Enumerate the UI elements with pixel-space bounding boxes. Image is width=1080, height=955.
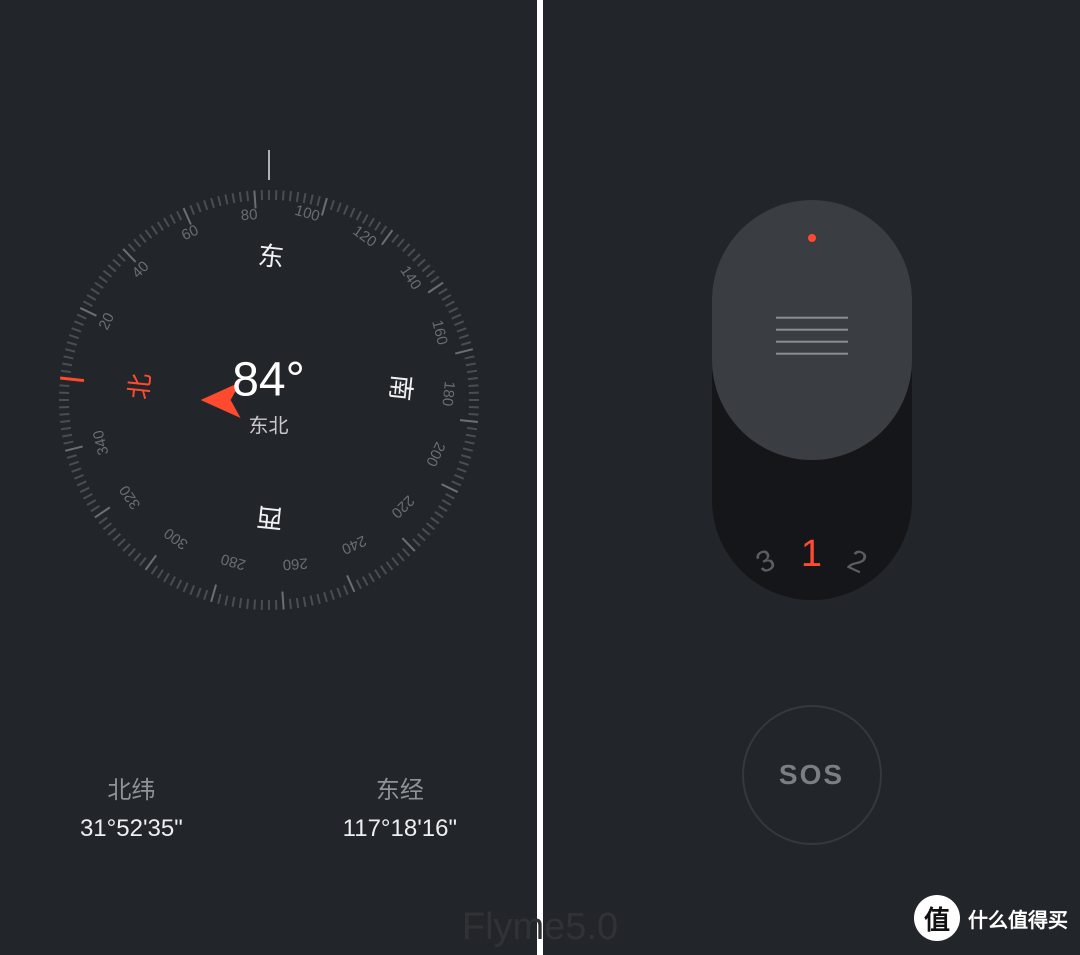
cardinal-S: 南 — [381, 386, 421, 416]
brightness-level-2[interactable]: 2 — [843, 543, 872, 581]
indicator-led-icon — [808, 234, 816, 242]
brightness-levels[interactable]: 3 1 2 — [712, 533, 912, 576]
longitude-value: 117°18'16" — [343, 815, 457, 843]
heading-direction: 东北 — [232, 410, 305, 439]
watermark-badge-icon: 值 — [914, 895, 960, 941]
sos-button[interactable]: SOS — [742, 705, 882, 845]
watermark-text: 什么值得买 — [968, 904, 1068, 933]
flashlight-screen: 3 1 2 SOS — [540, 0, 1080, 955]
cardinal-N: 北 — [119, 358, 159, 388]
watermark: 值 什么值得买 — [914, 895, 1068, 941]
longitude-label: 东经 — [343, 770, 457, 805]
latitude-label: 北纬 — [80, 770, 183, 805]
coordinates: 北纬 31°52'35" 东经 117°18'16" — [0, 770, 537, 843]
flashlight-knob[interactable] — [712, 200, 912, 460]
cardinal-W: 西 — [241, 498, 271, 538]
compass-dial[interactable]: 2040608010012014016018020022024026028030… — [59, 190, 479, 610]
cardinal-E: 东 — [269, 237, 299, 277]
grip-lines-icon — [776, 317, 848, 355]
heading-degrees: 84° — [232, 353, 305, 408]
os-caption: Flyme5.0 — [462, 906, 618, 949]
compass-index-mark — [268, 150, 270, 180]
flashlight-toggle[interactable]: 3 1 2 — [712, 200, 912, 600]
brightness-level-1[interactable]: 1 — [801, 533, 822, 576]
compass-screen: 2040608010012014016018020022024026028030… — [0, 0, 540, 955]
latitude-value: 31°52'35" — [80, 815, 183, 843]
brightness-level-3[interactable]: 3 — [751, 543, 780, 581]
